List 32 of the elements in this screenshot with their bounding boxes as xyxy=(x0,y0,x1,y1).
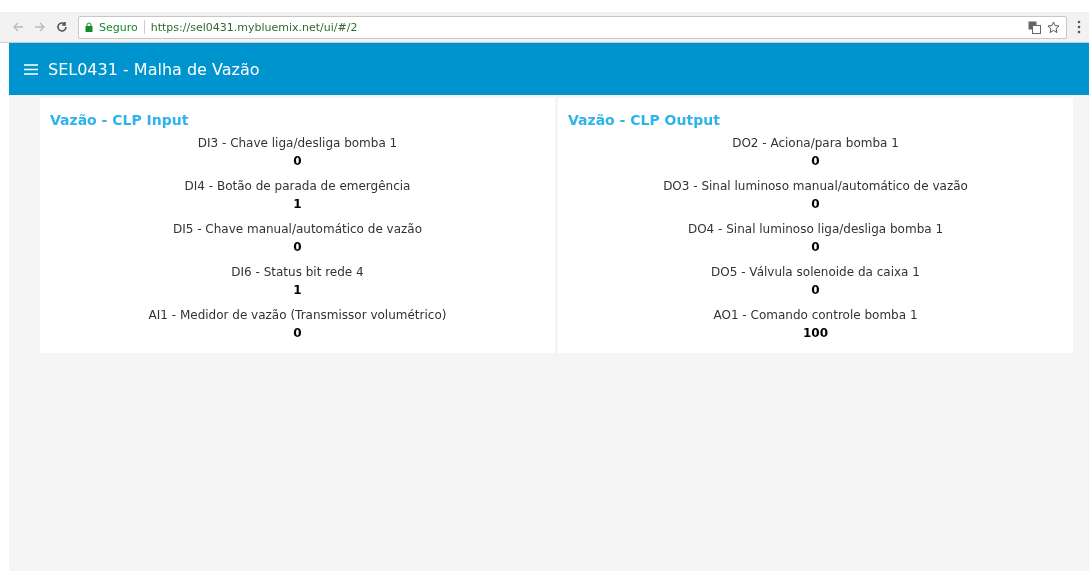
signal-value: 0 xyxy=(293,325,302,342)
reload-icon[interactable] xyxy=(56,21,68,33)
page-title: SEL0431 - Malha de Vazão xyxy=(48,59,260,79)
signal-value: 1 xyxy=(293,282,302,299)
signal-value: 0 xyxy=(293,153,302,170)
secure-label: Seguro xyxy=(99,20,138,34)
lock-icon xyxy=(85,22,93,32)
signal-value: 0 xyxy=(811,196,820,213)
signal-value: 0 xyxy=(811,153,820,170)
signal-label: DI4 - Botão de parada de emergência xyxy=(184,178,411,195)
signal-label: AI1 - Medidor de vazão (Transmissor volumétrico) xyxy=(148,307,447,324)
panel-title: Vazão - CLP Input xyxy=(50,112,189,128)
signal-label: DO2 - Aciona/para bomba 1 xyxy=(732,135,899,152)
menu-icon[interactable] xyxy=(24,63,38,75)
panel-title: Vazão - CLP Output xyxy=(568,112,720,128)
signal-value: 0 xyxy=(293,239,302,256)
signal-label: AO1 - Comando controle bomba 1 xyxy=(713,307,918,324)
signal-label: DI3 - Chave liga/desliga bomba 1 xyxy=(197,135,398,152)
signal-label: DO3 - Sinal luminoso manual/automático de vazão xyxy=(663,178,968,195)
signal-label: DO4 - Sinal luminoso liga/desliga bomba 1 xyxy=(687,221,944,238)
signal-label: DO5 - Válvula solenoide da caixa 1 xyxy=(711,264,920,281)
signal-value: 1 xyxy=(293,196,302,213)
address-bar[interactable]: Seguro https://sel0431.mybluemix.net/ui/#/2 xyxy=(78,15,1067,39)
signal-label: DI6 - Status bit rede 4 xyxy=(231,264,364,281)
signal-value: 0 xyxy=(811,282,820,299)
menu-icon[interactable] xyxy=(1077,20,1081,34)
signal-value: 0 xyxy=(811,239,820,256)
url-text: https://sel0431.mybluemix.net/ui/#/2 xyxy=(150,20,359,34)
signal-value: 100 xyxy=(802,325,829,342)
signal-label: DI5 - Chave manual/automático de vazão xyxy=(172,221,423,238)
star-icon[interactable] xyxy=(1047,20,1060,34)
translate-icon[interactable] xyxy=(1028,20,1041,34)
